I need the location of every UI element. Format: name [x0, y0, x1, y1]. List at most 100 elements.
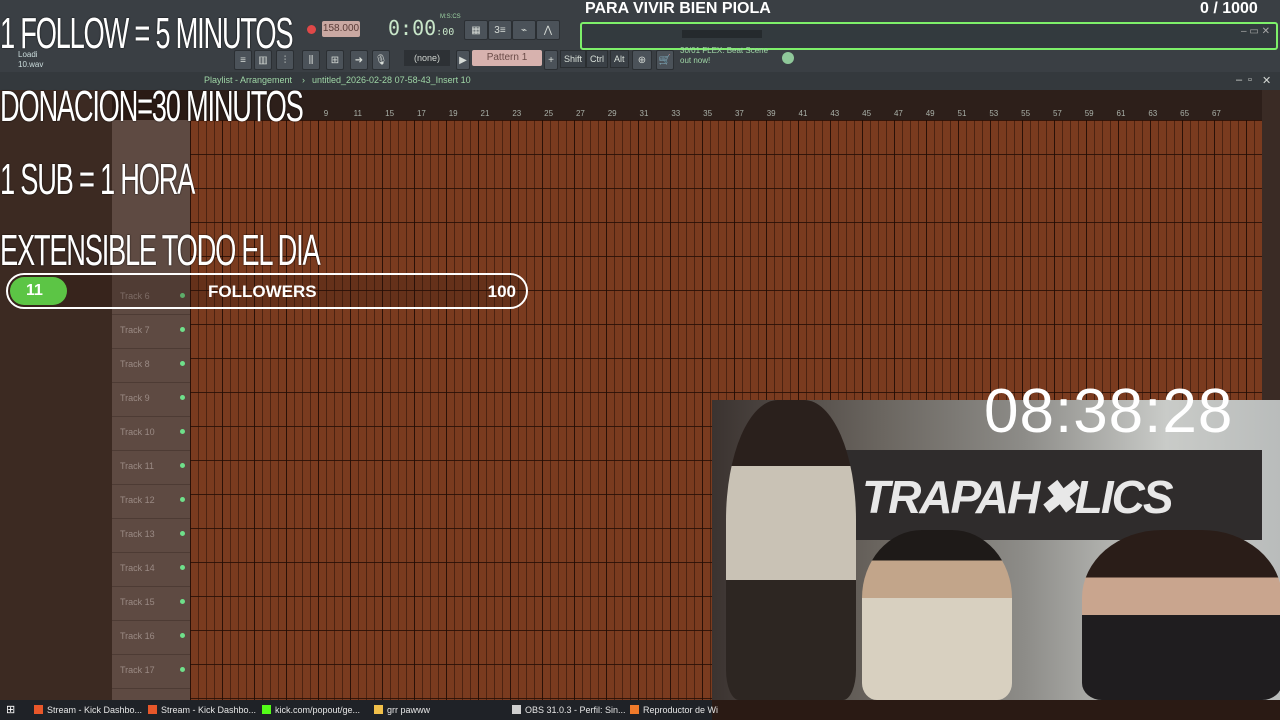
- track-mute-led-icon[interactable]: [180, 361, 185, 366]
- track-header[interactable]: Track 10: [112, 416, 190, 451]
- person-center: [862, 530, 1012, 700]
- ruler-tick: 49: [925, 109, 935, 118]
- track-header[interactable]: Track 12: [112, 484, 190, 519]
- mixer-icon[interactable]: ⫼: [302, 50, 320, 70]
- window-controls[interactable]: – ▭ ✕: [1241, 26, 1270, 37]
- taskbar-item[interactable]: Reproductor de Wi: [630, 702, 718, 718]
- ruler-tick: 27: [575, 109, 585, 118]
- ruler-tick: 31: [639, 109, 649, 118]
- ruler-tick: 63: [1148, 109, 1158, 118]
- folder-icon: [374, 705, 383, 714]
- overlay-line-extensible: EXTENSIBLE TODO EL DIA: [0, 226, 321, 275]
- ruler-tick: 53: [989, 109, 999, 118]
- typing-keyboard-icon[interactable]: ▦: [464, 20, 488, 40]
- track-header[interactable]: Track 16: [112, 620, 190, 655]
- ruler-tick: 55: [1021, 109, 1031, 118]
- track-mute-led-icon[interactable]: [180, 497, 185, 502]
- taskbar-item[interactable]: grr pawww: [374, 702, 430, 718]
- track-header[interactable]: Track 14: [112, 552, 190, 587]
- ruler-tick: 61: [1116, 109, 1126, 118]
- track-mute-led-icon[interactable]: [180, 599, 185, 604]
- stream-clock: 08:38:28: [984, 377, 1234, 446]
- track-header[interactable]: Track 15: [112, 586, 190, 621]
- close-icon[interactable]: ✕: [1262, 74, 1271, 87]
- maximize-icon[interactable]: ▫: [1248, 74, 1252, 86]
- add-pattern-button[interactable]: +: [544, 50, 558, 70]
- shift-key-button[interactable]: Shift: [560, 50, 587, 68]
- windows-taskbar: ⊞ Stream - Kick Dashbo... Stream - Kick D…: [0, 700, 718, 720]
- ctrl-key-button[interactable]: Ctrl: [586, 50, 608, 68]
- track-mute-led-icon[interactable]: [180, 429, 185, 434]
- goal-label: FOLLOWERS: [208, 282, 317, 301]
- track-header[interactable]: Track 8: [112, 348, 190, 383]
- track-name: Track 16: [120, 631, 155, 641]
- pattern-source-select[interactable]: (none): [404, 50, 450, 66]
- alt-key-button[interactable]: Alt: [610, 50, 629, 68]
- track-mute-led-icon[interactable]: [180, 327, 185, 332]
- arrow-right-icon[interactable]: ➜: [350, 50, 368, 70]
- taskbar-item[interactable]: kick.com/popout/ge...: [262, 702, 360, 718]
- taskbar-item[interactable]: OBS 31.0.3 - Perfil: Sin...: [512, 702, 626, 718]
- plugin-picker-icon[interactable]: ⊞: [326, 50, 344, 70]
- ruler-tick: 29: [607, 109, 617, 118]
- kick-icon: [262, 705, 271, 714]
- timeline-ruler[interactable]: 9 11 15 17 19 21 23 25 27 29 31 33 35 37 39 41 43 45 47 49 5…: [190, 90, 1262, 121]
- ruler-tick: 39: [766, 109, 776, 118]
- track-header[interactable]: Track 17: [112, 654, 190, 689]
- wait-input-icon[interactable]: ⋀: [536, 20, 560, 40]
- ruler-tick: 33: [671, 109, 681, 118]
- ruler-tick: 59: [1084, 109, 1094, 118]
- track-name: Track 7: [120, 325, 150, 335]
- song-time-main: 0:00: [388, 16, 437, 40]
- ruler-tick: 47: [893, 109, 903, 118]
- ruler-tick: 15: [385, 109, 395, 118]
- track-header[interactable]: Track 9: [112, 382, 190, 417]
- track-name: Track 10: [120, 427, 155, 437]
- tempo-display[interactable]: 158.000: [322, 21, 360, 37]
- time-unit-label: M:S:CS: [440, 14, 461, 20]
- ruler-tick: 67: [1211, 109, 1221, 118]
- taskbar-item[interactable]: Stream - Kick Dashbo...: [34, 702, 142, 718]
- microphone-icon[interactable]: 🎙: [372, 50, 390, 70]
- taskbar-item-label: Stream - Kick Dashbo...: [161, 705, 257, 715]
- play-small-icon[interactable]: ▶: [456, 50, 470, 70]
- stream-title: PARA VIVIR BIEN PIOLA: [585, 0, 771, 17]
- stream-counter: 0 / 1000: [1200, 0, 1258, 17]
- track-name: Track 12: [120, 495, 155, 505]
- track-header[interactable]: Track 7: [112, 314, 190, 349]
- record-button[interactable]: [302, 20, 320, 38]
- news-hint-panel[interactable]: 30/01 FLEX: Beat Scene out now!: [680, 46, 768, 66]
- pattern-selector[interactable]: Pattern 1: [472, 50, 542, 66]
- ruler-tick: 9: [323, 109, 329, 118]
- metronome-icon[interactable]: ⌁: [512, 20, 536, 40]
- track-mute-led-icon[interactable]: [180, 395, 185, 400]
- taskbar-item-label: Reproductor de Wi: [643, 705, 719, 715]
- ruler-tick: 65: [1180, 109, 1190, 118]
- track-mute-led-icon[interactable]: [180, 667, 185, 672]
- ruler-tick: 41: [798, 109, 808, 118]
- song-time-cs: :00: [436, 27, 455, 38]
- shop-cart-icon[interactable]: 🛒: [656, 50, 674, 70]
- oscilloscope-display: [682, 30, 762, 38]
- track-mute-led-icon[interactable]: [180, 565, 185, 570]
- taskbar-item[interactable]: Stream - Kick Dashbo...: [148, 702, 256, 718]
- overlay-line-donacion: DONACION=30 MINUTOS: [0, 82, 304, 131]
- taskbar-item-label: grr pawww: [387, 705, 431, 715]
- track-mute-led-icon[interactable]: [180, 633, 185, 638]
- track-mute-led-icon[interactable]: [180, 531, 185, 536]
- person-right: [1082, 530, 1280, 700]
- windows-start-icon[interactable]: ⊞: [6, 702, 15, 718]
- brave-icon: [148, 705, 157, 714]
- globe-icon[interactable]: [782, 52, 794, 64]
- step-edit-icon[interactable]: 3≡: [488, 20, 512, 40]
- minimize-icon[interactable]: –: [1236, 74, 1242, 86]
- track-name: Track 8: [120, 359, 150, 369]
- playlist-file-name[interactable]: untitled_2026-02-28 07-58-43_Insert 10: [312, 75, 471, 85]
- track-mute-led-icon[interactable]: [180, 463, 185, 468]
- plugin-icon[interactable]: ⊕: [632, 50, 652, 70]
- taskbar-item-label: Stream - Kick Dashbo...: [47, 705, 143, 715]
- ruler-tick: 57: [1052, 109, 1062, 118]
- goal-current: 11: [26, 282, 43, 299]
- track-header[interactable]: Track 13: [112, 518, 190, 553]
- track-header[interactable]: Track 11: [112, 450, 190, 485]
